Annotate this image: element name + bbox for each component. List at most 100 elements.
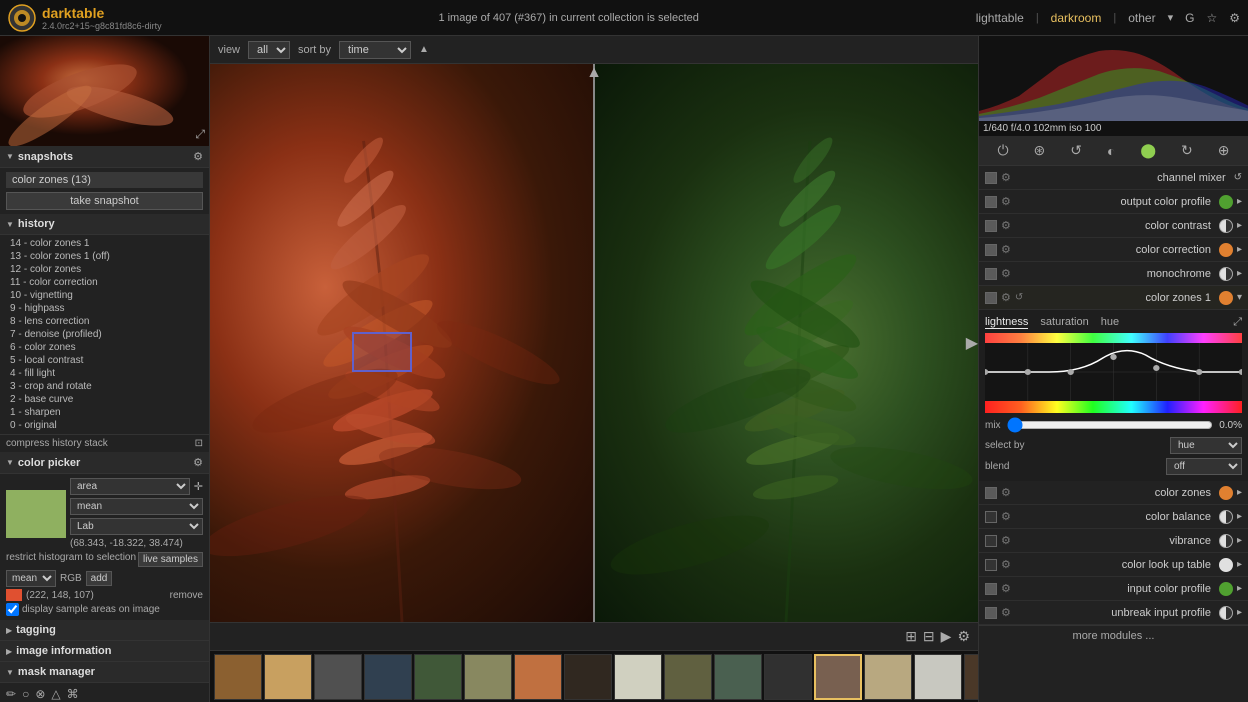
color-correction-settings-icon[interactable]: ⚙ [1001, 243, 1011, 256]
tagging-header[interactable]: ▶ tagging [0, 620, 209, 641]
sort-select[interactable]: time filename rating [339, 41, 411, 59]
output-color-profile-arrow-icon[interactable]: ▸ [1237, 196, 1242, 207]
cz-tab-lightness[interactable]: lightness [985, 316, 1028, 329]
filmstrip-thumb-15[interactable] [964, 654, 978, 700]
vibrance-toggle[interactable] [985, 535, 997, 547]
split-arrow-top-icon[interactable]: ▲ [586, 64, 602, 82]
snapshots-settings-icon[interactable]: ⚙ [193, 150, 203, 163]
color-balance-arrow-icon[interactable]: ▸ [1237, 511, 1242, 522]
overlay-icon-btn[interactable]: ⊟ [923, 628, 935, 645]
history-item-3[interactable]: 11 - color correction [6, 276, 203, 289]
unbreak-input-profile-toggle[interactable] [985, 607, 997, 619]
filmstrip-icon-btn[interactable]: ⊞ [905, 628, 917, 645]
color-zones-settings-icon[interactable]: ⚙ [1001, 486, 1011, 499]
monochrome-toggle[interactable] [985, 268, 997, 280]
nav-other[interactable]: other [1128, 11, 1155, 25]
unbreak-input-profile-arrow-icon[interactable]: ▸ [1237, 607, 1242, 618]
color-zones-1-settings-icon[interactable]: ⚙ [1001, 291, 1011, 304]
vibrance-settings-icon[interactable]: ⚙ [1001, 534, 1011, 547]
color-contrast-arrow-icon[interactable]: ▸ [1237, 220, 1242, 231]
output-color-profile-toggle[interactable] [985, 196, 997, 208]
history-item-5[interactable]: 9 - highpass [6, 302, 203, 315]
mask-circle-icon[interactable]: ○ [22, 687, 29, 701]
history-item-0[interactable]: 14 - color zones 1 [6, 237, 203, 250]
monochrome-settings-icon[interactable]: ⚙ [1001, 267, 1011, 280]
history-item-11[interactable]: 3 - crop and rotate [6, 380, 203, 393]
cz-blend-select[interactable]: off normal parametric [1166, 458, 1242, 475]
channel-mixer-settings-icon[interactable]: ⚙ [1001, 171, 1011, 184]
color-lut-settings-icon[interactable]: ⚙ [1001, 558, 1011, 571]
more-modules-btn[interactable]: more modules ... [979, 625, 1248, 646]
module-overexpose-icon[interactable]: ◐ [1105, 141, 1117, 161]
shortcut-g[interactable]: G [1185, 11, 1194, 25]
mask-manager-header[interactable]: ▼ mask manager [0, 662, 209, 683]
mean-mode-select[interactable]: mean min max [70, 498, 203, 515]
filmstrip-play-btn[interactable]: ▶ [941, 628, 952, 645]
view-select[interactable]: all [248, 41, 290, 59]
display-sample-areas-checkbox[interactable] [6, 603, 19, 616]
history-item-9[interactable]: 5 - local contrast [6, 354, 203, 367]
area-mode-select[interactable]: area point [70, 478, 190, 495]
sort-direction-icon[interactable]: ▲ [419, 44, 429, 55]
mask-gradient-icon[interactable]: ⊗ [35, 687, 45, 701]
input-color-profile-arrow-icon[interactable]: ▸ [1237, 583, 1242, 594]
module-reset-icon[interactable]: ↺ [1068, 140, 1084, 161]
filmstrip-thumb-5[interactable] [464, 654, 512, 700]
filmstrip-thumb-7[interactable] [564, 654, 612, 700]
module-gamut-icon[interactable]: ↻ [1179, 140, 1195, 161]
filmstrip-thumb-0[interactable] [214, 654, 262, 700]
cz-mix-slider[interactable] [1007, 417, 1214, 433]
history-item-6[interactable]: 8 - lens correction [6, 315, 203, 328]
monochrome-arrow-icon[interactable]: ▸ [1237, 268, 1242, 279]
color-contrast-settings-icon[interactable]: ⚙ [1001, 219, 1011, 232]
stat-select[interactable]: mean [6, 570, 56, 587]
nav-darkroom[interactable]: darkroom [1051, 11, 1102, 25]
filmstrip-thumb-6[interactable] [514, 654, 562, 700]
add-sample-button[interactable]: add [86, 571, 113, 586]
color-correction-toggle[interactable] [985, 244, 997, 256]
input-color-profile-settings-icon[interactable]: ⚙ [1001, 582, 1011, 595]
shortcut-gear[interactable]: ⚙ [1229, 11, 1240, 25]
color-zones-1-toggle[interactable] [985, 292, 997, 304]
vibrance-arrow-icon[interactable]: ▸ [1237, 535, 1242, 546]
output-color-profile-settings-icon[interactable]: ⚙ [1001, 195, 1011, 208]
nav-dropdown-arrow[interactable]: ▾ [1168, 11, 1174, 24]
history-item-13[interactable]: 1 - sharpen [6, 406, 203, 419]
module-softproof-icon[interactable]: ⬤ [1138, 140, 1158, 161]
history-item-8[interactable]: 6 - color zones [6, 341, 203, 354]
image-information-header[interactable]: ▶ image information [0, 641, 209, 662]
cz-expand-icon[interactable]: ⤢ [1233, 316, 1242, 329]
color-correction-arrow-icon[interactable]: ▸ [1237, 244, 1242, 255]
history-item-14[interactable]: 0 - original [6, 419, 203, 432]
color-lut-arrow-icon[interactable]: ▸ [1237, 559, 1242, 570]
picker-eyedropper-icon[interactable]: ✛ [194, 480, 203, 493]
shortcut-star[interactable]: ☆ [1206, 11, 1217, 25]
filmstrip-thumb-1[interactable] [264, 654, 312, 700]
filmstrip-thumb-4[interactable] [414, 654, 462, 700]
filmstrip-thumb-11[interactable] [764, 654, 812, 700]
remove-sample-link[interactable]: remove [170, 590, 203, 601]
history-item-7[interactable]: 7 - denoise (profiled) [6, 328, 203, 341]
filmstrip-settings-btn[interactable]: ⚙ [957, 628, 970, 645]
split-arrow-right-icon[interactable]: ▶ [966, 333, 978, 353]
history-item-2[interactable]: 12 - color zones [6, 263, 203, 276]
channel-mixer-arrow-icon[interactable]: ↺ [1234, 172, 1242, 183]
cz-tab-hue[interactable]: hue [1101, 316, 1119, 329]
filmstrip-thumb-14[interactable] [914, 654, 962, 700]
mask-path-icon[interactable]: △ [51, 687, 60, 701]
module-presets-icon[interactable]: ⊛ [1032, 140, 1048, 161]
nav-lighttable[interactable]: lighttable [976, 11, 1024, 25]
color-zones-toggle[interactable] [985, 487, 997, 499]
color-contrast-toggle[interactable] [985, 220, 997, 232]
mask-pencil-icon[interactable]: ✏ [6, 687, 16, 701]
history-item-4[interactable]: 10 - vignetting [6, 289, 203, 302]
cz-select-by-select[interactable]: hue saturation lightness [1170, 437, 1242, 454]
module-power-icon[interactable]: ⏻ [995, 140, 1010, 161]
colorspace-select[interactable]: Lab RGB HSL [70, 518, 203, 535]
take-snapshot-button[interactable]: take snapshot [6, 192, 203, 210]
color-zones-arrow-icon[interactable]: ▸ [1237, 487, 1242, 498]
color-picker-settings-icon[interactable]: ⚙ [193, 456, 203, 469]
color-balance-settings-icon[interactable]: ⚙ [1001, 510, 1011, 523]
input-color-profile-toggle[interactable] [985, 583, 997, 595]
history-item-1[interactable]: 13 - color zones 1 (off) [6, 250, 203, 263]
